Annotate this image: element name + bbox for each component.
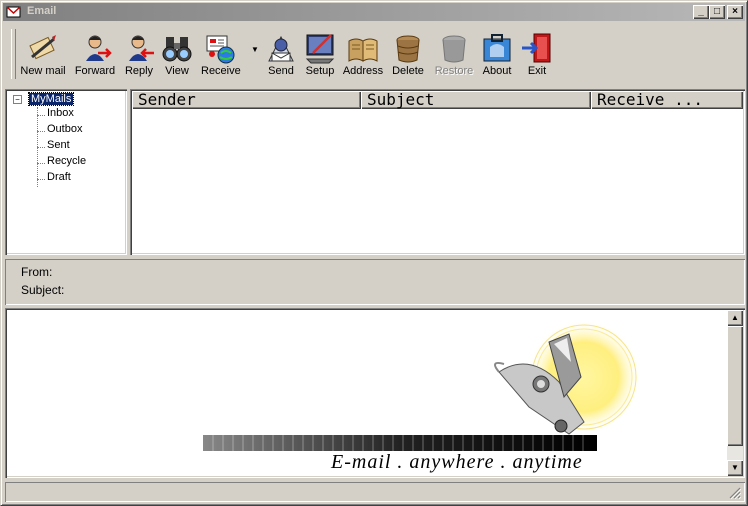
minimize-button[interactable]: _: [693, 5, 709, 19]
setup-button[interactable]: Setup: [301, 27, 339, 81]
exit-button[interactable]: Exit: [517, 27, 557, 81]
resize-grip-icon[interactable]: [729, 487, 741, 499]
folder-tree: − MyMails Inbox Outbox Sent Recycle Draf…: [5, 89, 127, 255]
from-label: From:: [21, 265, 53, 279]
title-bar[interactable]: Email _ □ ×: [3, 3, 745, 21]
receive-button[interactable]: Receive ▼: [197, 27, 259, 81]
forward-icon: [86, 35, 112, 61]
slogan-text: E-mail . anywhere . anytime: [331, 451, 583, 473]
send-icon: [268, 35, 294, 62]
tree-root-label[interactable]: MyMails: [27, 92, 75, 106]
view-button[interactable]: View: [159, 27, 195, 81]
close-button[interactable]: ×: [727, 5, 743, 19]
new-mail-icon: [29, 35, 56, 60]
window-title: Email: [27, 5, 57, 17]
address-book-icon: [348, 38, 378, 62]
message-preview[interactable]: E-mail . anywhere . anytime ▲ ▼: [5, 308, 745, 478]
delete-button[interactable]: Delete: [389, 27, 427, 81]
send-button[interactable]: Send: [261, 27, 301, 81]
restore-button[interactable]: Restore: [431, 27, 477, 81]
toolbar: New mail Forward Reply View Receive ▼ Se…: [11, 25, 745, 83]
forward-button[interactable]: Forward: [73, 27, 117, 81]
status-bar: [5, 482, 745, 502]
binoculars-icon: [162, 37, 192, 62]
app-icon: [6, 6, 21, 18]
receive-icon: [206, 35, 235, 64]
receive-dropdown-arrow[interactable]: ▼: [251, 45, 259, 54]
splash-graphic: [203, 322, 642, 451]
exit-icon: [522, 33, 551, 63]
setup-icon: [305, 34, 335, 64]
scroll-up-button[interactable]: ▲: [727, 310, 743, 326]
column-receive[interactable]: Receive ...: [591, 91, 743, 109]
toolbar-grip[interactable]: [11, 29, 16, 79]
message-header-panel: From: Subject:: [5, 259, 745, 305]
column-sender[interactable]: Sender: [132, 91, 361, 109]
about-button[interactable]: About: [479, 27, 515, 81]
reply-button[interactable]: Reply: [119, 27, 159, 81]
delete-icon: [396, 35, 420, 63]
subject-label: Subject:: [21, 283, 65, 297]
column-subject[interactable]: Subject: [361, 91, 591, 109]
restore-icon: [442, 35, 466, 63]
new-mail-button[interactable]: New mail: [17, 27, 69, 81]
email-window: Email _ □ × New mail Forward Reply View …: [0, 0, 748, 506]
scroll-down-button[interactable]: ▼: [727, 460, 743, 476]
scroll-thumb[interactable]: [727, 326, 743, 446]
vertical-scrollbar[interactable]: ▲ ▼: [727, 310, 743, 476]
reply-icon: [129, 35, 154, 61]
collapse-toggle[interactable]: −: [13, 95, 22, 104]
message-list[interactable]: Sender Subject Receive ...: [130, 89, 745, 255]
address-button[interactable]: Address: [341, 27, 385, 81]
maximize-button[interactable]: □: [709, 5, 725, 19]
about-icon: [483, 34, 511, 62]
